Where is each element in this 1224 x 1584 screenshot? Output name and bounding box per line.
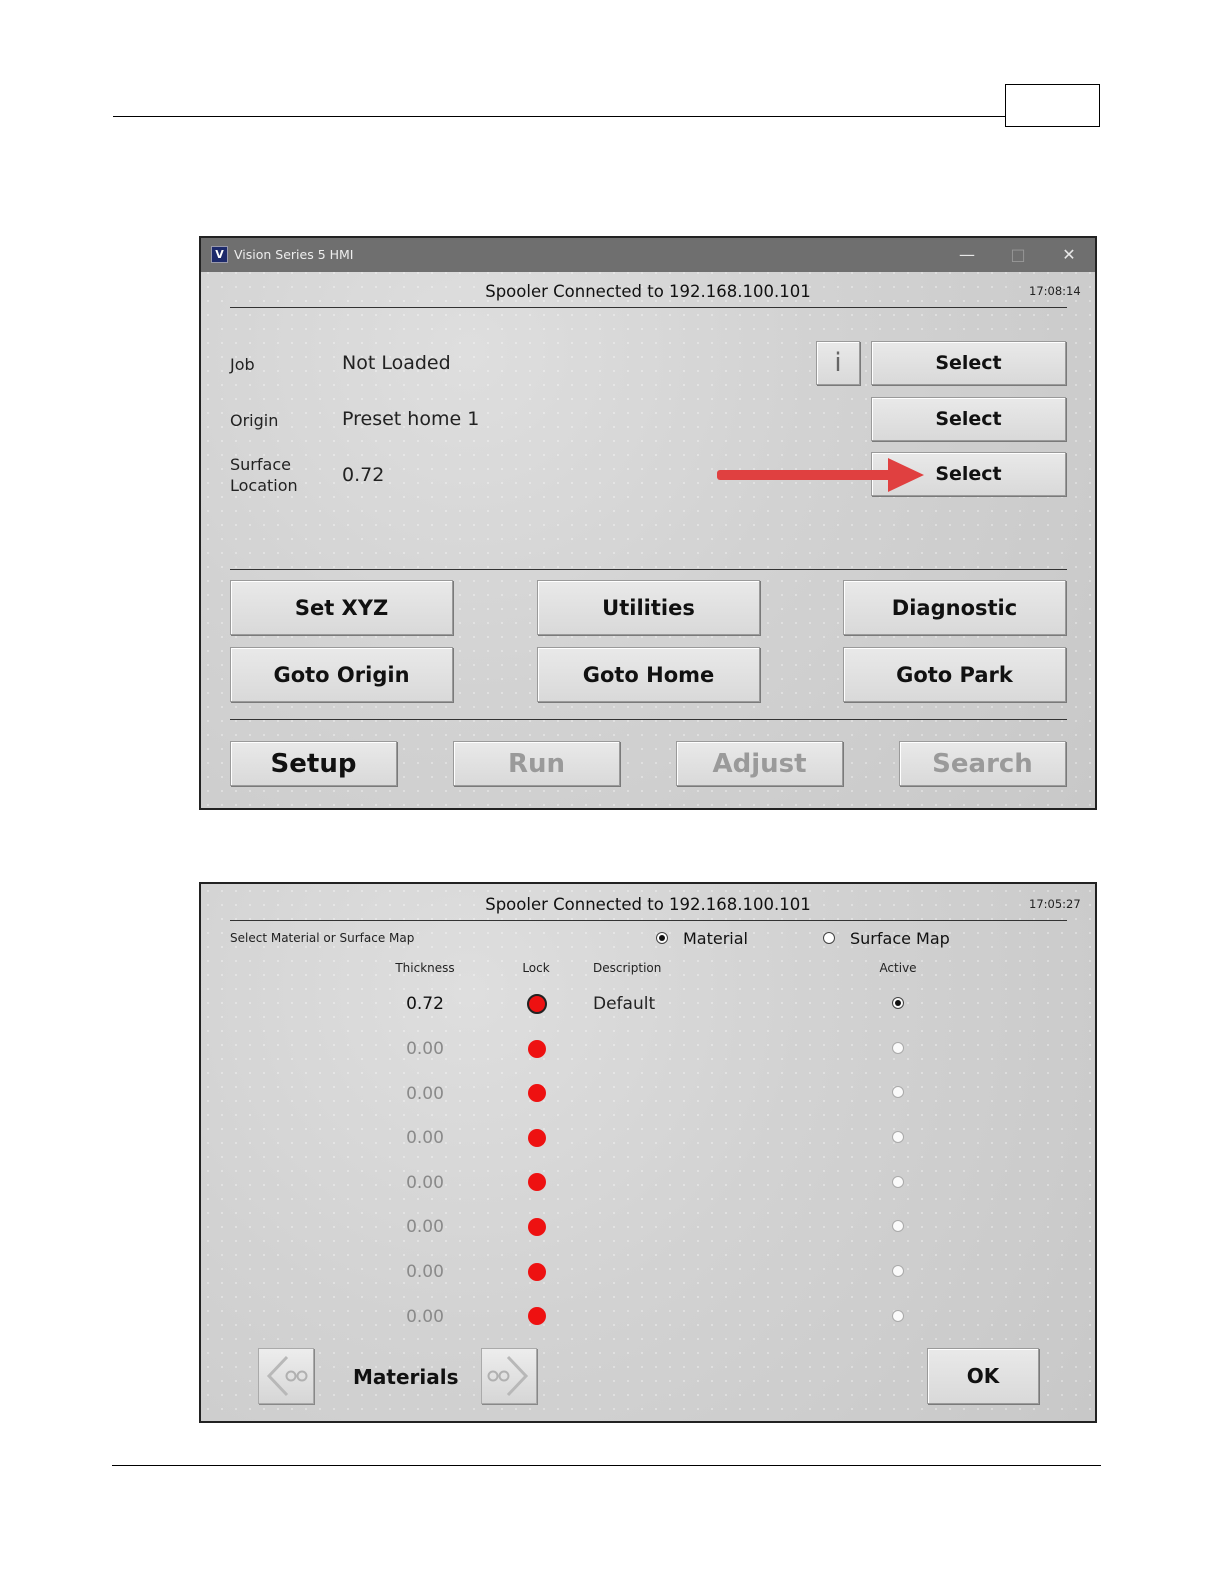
active-radio[interactable] [892,1265,904,1277]
window-title: Vision Series 5 HMI [234,247,354,262]
job-value: Not Loaded [342,352,451,374]
job-info-button[interactable]: i [816,341,860,385]
app-logo-icon: V [211,246,228,263]
hmi-main-window: V Vision Series 5 HMI — □ ✕ Spooler Conn… [199,236,1097,810]
page-label: Materials [353,1365,459,1389]
lock-indicator [528,1129,546,1147]
description-value: Default [593,994,656,1014]
diagnostic-button[interactable]: Diagnostic [843,580,1066,635]
active-radio[interactable] [892,1220,904,1232]
job-label: Job [230,355,255,374]
clock: 17:08:14 [1029,284,1081,298]
divider [230,307,1067,308]
origin-select-button[interactable]: Select [871,397,1066,441]
select-prompt: Select Material or Surface Map [230,931,415,945]
surface-map-radio[interactable] [823,932,835,944]
ok-button[interactable]: OK [927,1348,1039,1404]
lock-indicator [528,1218,546,1236]
active-radio[interactable] [892,997,904,1009]
material-radio[interactable] [656,932,668,944]
adjust-tab[interactable]: Adjust [676,741,843,786]
title-bar[interactable]: V Vision Series 5 HMI — □ ✕ [201,238,1095,272]
thickness-value: 0.00 [406,1084,444,1104]
divider [230,569,1067,570]
search-tab[interactable]: Search [899,741,1066,786]
active-radio[interactable] [892,1131,904,1143]
divider [230,920,1067,921]
lock-indicator [528,1173,546,1191]
annotation-arrow-shaft [717,470,897,480]
lock-header: Lock [522,961,550,975]
surface-location-label: Surface Location [230,454,298,496]
surface-location-label-line2: Location [230,476,298,495]
lock-indicator [528,1084,546,1102]
lock-indicator [528,1307,546,1325]
setup-tab[interactable]: Setup [230,741,397,786]
thickness-value: 0.00 [406,1128,444,1148]
chevron-right-icon [487,1355,529,1397]
active-radio[interactable] [892,1086,904,1098]
origin-label: Origin [230,411,279,430]
run-tab[interactable]: Run [453,741,620,786]
goto-home-button[interactable]: Goto Home [537,647,760,702]
maximize-button[interactable]: □ [996,242,1040,268]
thickness-value: 0.00 [406,1262,444,1282]
surface-location-value: 0.72 [342,464,385,486]
job-select-button[interactable]: Select [871,341,1066,385]
description-header: Description [593,961,662,975]
next-page-button[interactable] [481,1348,537,1404]
thickness-value: 0.00 [406,1217,444,1237]
thickness-header: Thickness [395,961,455,975]
thickness-value: 0.00 [406,1307,444,1327]
surface-location-label-line1: Surface [230,455,291,474]
close-button[interactable]: ✕ [1047,242,1091,268]
lock-indicator [527,994,547,1014]
lock-indicator [528,1263,546,1281]
page-footer-rule [112,1465,1101,1466]
thickness-value: 0.00 [406,1173,444,1193]
set-xyz-button[interactable]: Set XYZ [230,580,453,635]
connection-status: Spooler Connected to 192.168.100.101 [485,895,811,914]
annotation-arrow-head [888,458,924,492]
divider [230,719,1067,720]
material-radio-label[interactable]: Material [683,929,748,948]
page-header-rule [113,116,1007,117]
active-radio[interactable] [892,1176,904,1188]
previous-page-button[interactable] [258,1348,314,1404]
thickness-value: 0.72 [406,994,444,1014]
clock: 17:05:27 [1029,897,1081,911]
minimize-button[interactable]: — [945,242,989,268]
goto-origin-button[interactable]: Goto Origin [230,647,453,702]
surface-map-radio-label[interactable]: Surface Map [850,929,950,948]
material-select-window: Spooler Connected to 192.168.100.101 17:… [199,882,1097,1423]
active-radio[interactable] [892,1042,904,1054]
thickness-value: 0.00 [406,1039,444,1059]
page-number-box [1005,84,1100,127]
connection-status: Spooler Connected to 192.168.100.101 [485,282,811,301]
active-radio[interactable] [892,1310,904,1322]
chevron-left-icon [266,1355,308,1397]
origin-value: Preset home 1 [342,408,480,430]
utilities-button[interactable]: Utilities [537,580,760,635]
active-header: Active [879,961,917,975]
lock-indicator [528,1040,546,1058]
goto-park-button[interactable]: Goto Park [843,647,1066,702]
